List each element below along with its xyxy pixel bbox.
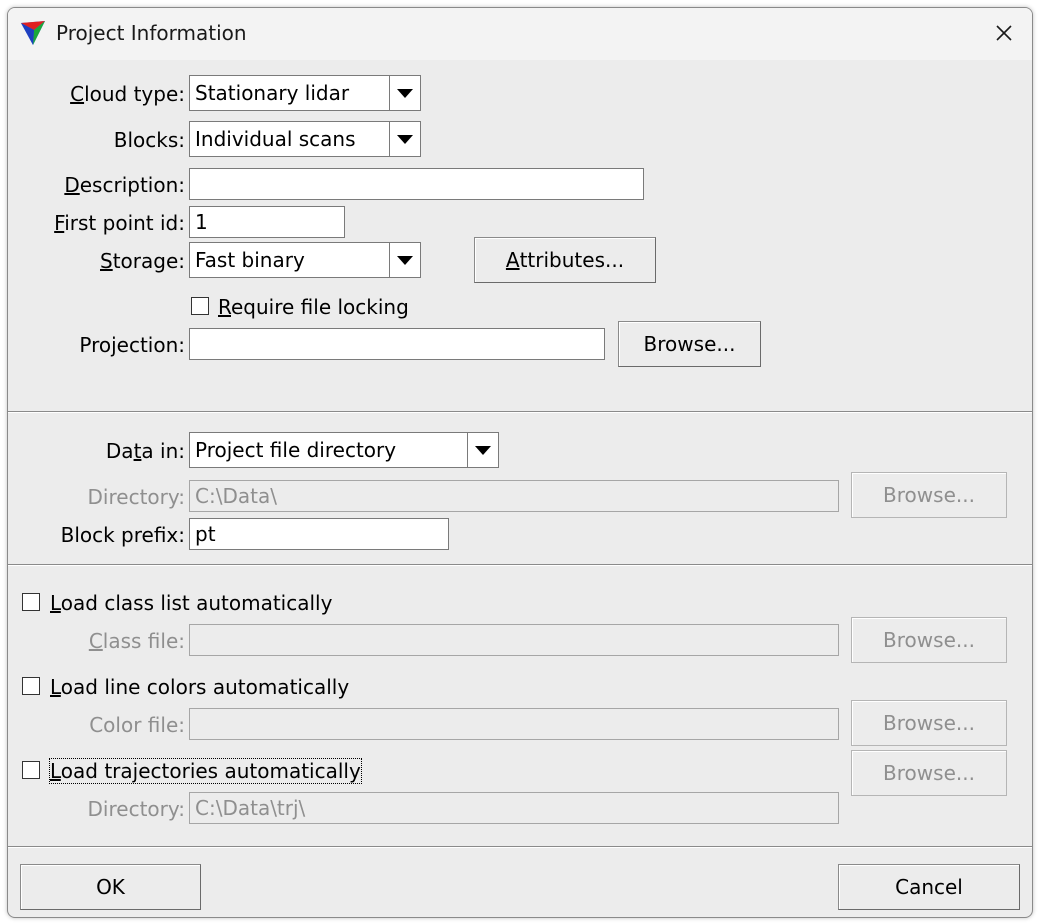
require-file-locking-checkbox[interactable] bbox=[191, 297, 209, 315]
chevron-down-icon[interactable] bbox=[467, 433, 498, 467]
require-file-locking-label[interactable]: Require file locking bbox=[218, 295, 409, 319]
storage-value: Fast binary bbox=[195, 248, 305, 272]
close-button[interactable] bbox=[984, 18, 1024, 48]
first-point-id-label: First point id: bbox=[54, 211, 185, 235]
data-in-label: Data in: bbox=[105, 439, 185, 463]
directory-input[interactable]: C:\Data\ bbox=[189, 480, 839, 512]
ok-button[interactable]: OK bbox=[20, 864, 201, 910]
load-line-colors-checkbox[interactable] bbox=[22, 677, 40, 695]
load-class-list-checkbox[interactable] bbox=[22, 593, 40, 611]
storage-label: Storage: bbox=[100, 249, 185, 273]
data-in-dropdown[interactable]: Project file directory bbox=[189, 432, 499, 468]
projection-input[interactable] bbox=[189, 328, 605, 360]
class-file-browse-button[interactable]: Browse... bbox=[851, 617, 1007, 663]
color-file-input[interactable] bbox=[189, 708, 839, 740]
trajectories-browse-button[interactable]: Browse... bbox=[851, 750, 1007, 796]
first-point-id-input[interactable]: 1 bbox=[189, 206, 345, 238]
cancel-button[interactable]: Cancel bbox=[838, 864, 1020, 910]
block-prefix-input[interactable]: pt bbox=[189, 518, 449, 550]
section-divider bbox=[8, 846, 1032, 848]
storage-dropdown[interactable]: Fast binary bbox=[189, 242, 421, 278]
color-file-label: Color file: bbox=[89, 713, 185, 737]
blocks-dropdown[interactable]: Individual scans bbox=[189, 121, 421, 157]
directory-browse-button[interactable]: Browse... bbox=[851, 472, 1007, 518]
cloud-type-value: Stationary lidar bbox=[195, 81, 350, 105]
attributes-button[interactable]: Attributes... bbox=[474, 237, 656, 283]
data-in-value: Project file directory bbox=[195, 438, 397, 462]
load-trajectories-checkbox[interactable] bbox=[22, 761, 40, 779]
projection-label: Projection: bbox=[79, 333, 185, 357]
chevron-down-icon[interactable] bbox=[389, 76, 420, 110]
class-file-label: Class file: bbox=[88, 629, 185, 653]
chevron-down-icon[interactable] bbox=[389, 122, 420, 156]
title-bar: Project Information bbox=[8, 8, 1032, 60]
color-file-browse-button[interactable]: Browse... bbox=[851, 700, 1007, 746]
load-class-list-label[interactable]: Load class list automatically bbox=[50, 591, 332, 615]
projection-browse-button[interactable]: Browse... bbox=[618, 321, 761, 367]
description-label: Description: bbox=[64, 173, 185, 197]
directory-label: Directory: bbox=[87, 485, 185, 509]
section-divider bbox=[8, 411, 1032, 413]
window-title: Project Information bbox=[56, 21, 247, 45]
blocks-value: Individual scans bbox=[195, 127, 356, 151]
cloud-type-dropdown[interactable]: Stationary lidar bbox=[189, 75, 421, 111]
cloud-type-label: Cloud type: bbox=[70, 82, 185, 106]
blocks-label: Blocks: bbox=[113, 128, 185, 152]
chevron-down-icon[interactable] bbox=[389, 243, 420, 277]
description-input[interactable] bbox=[189, 168, 644, 200]
trajectory-directory-input[interactable]: C:\Data\trj\ bbox=[189, 792, 839, 824]
load-line-colors-label[interactable]: Load line colors automatically bbox=[50, 675, 349, 699]
close-icon bbox=[996, 25, 1012, 41]
app-logo-icon bbox=[21, 21, 45, 45]
class-file-input[interactable] bbox=[189, 624, 839, 656]
trajectory-directory-label: Directory: bbox=[87, 797, 185, 821]
section-divider bbox=[8, 564, 1032, 566]
block-prefix-label: Block prefix: bbox=[60, 523, 185, 547]
load-trajectories-label[interactable]: Load trajectories automatically bbox=[49, 758, 362, 784]
project-information-dialog: Project Information Cloud type: Stationa… bbox=[7, 7, 1033, 918]
